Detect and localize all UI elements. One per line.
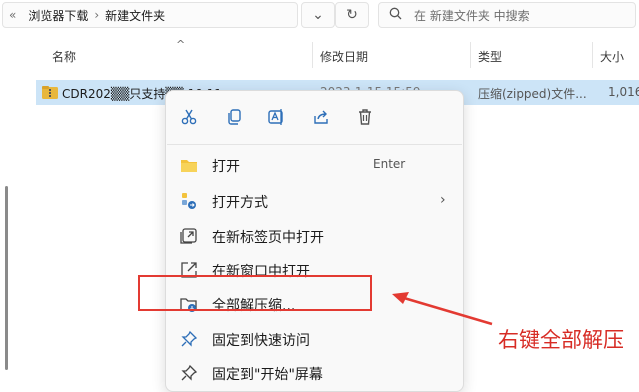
annotation-arrow: [392, 292, 493, 326]
annotation-text: 右键全部解压: [498, 328, 624, 352]
